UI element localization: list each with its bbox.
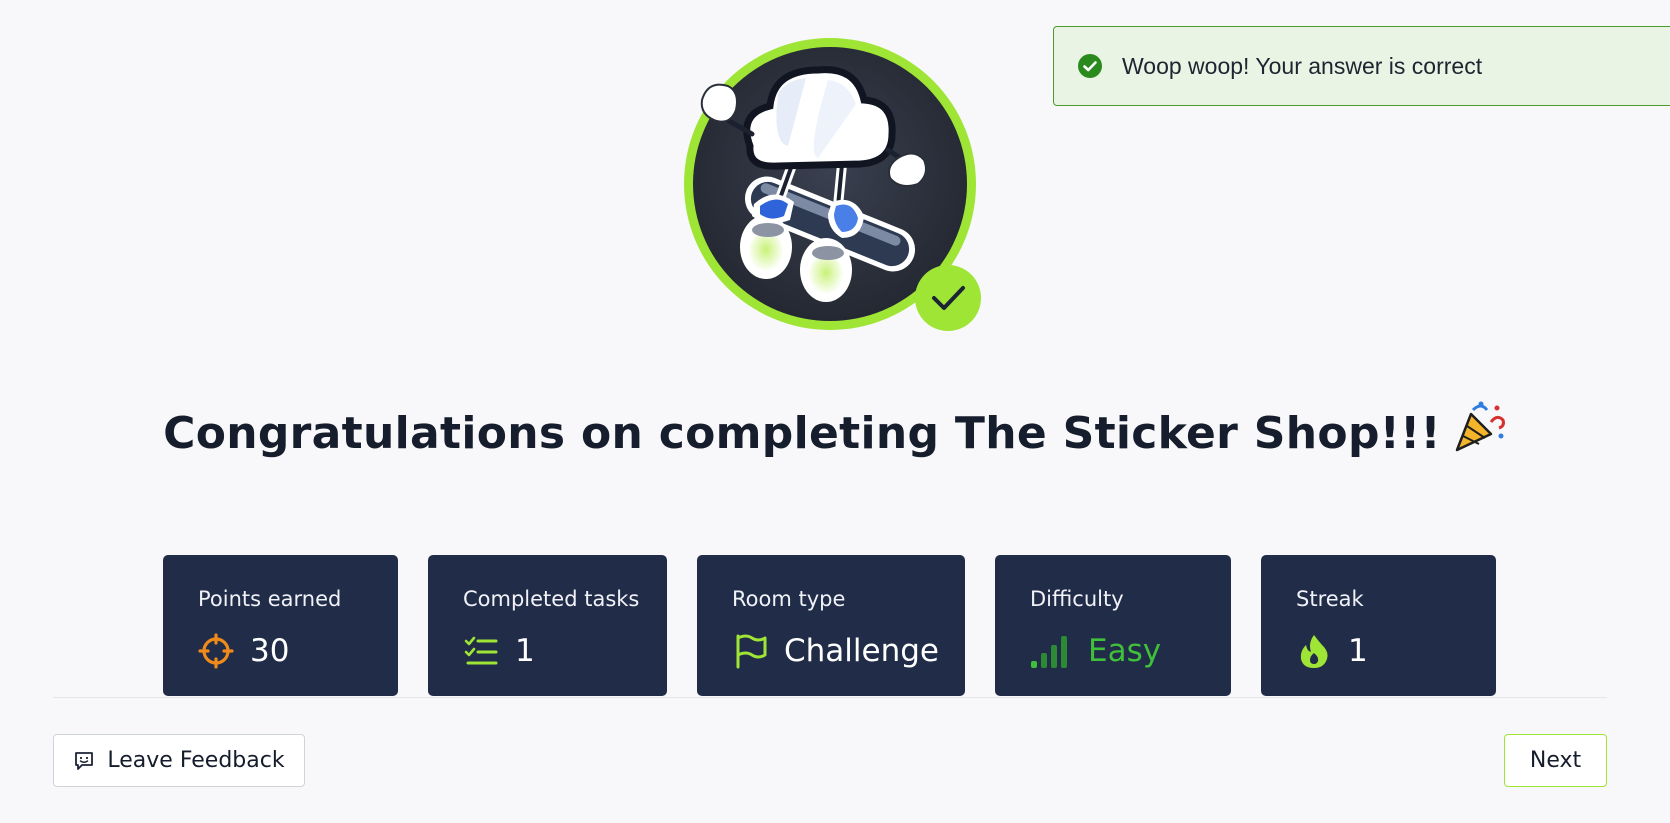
divider xyxy=(53,697,1607,698)
stat-label: Difficulty xyxy=(1030,587,1124,611)
signal-bars-icon xyxy=(1031,636,1067,668)
stat-card-streak: Streak 1 xyxy=(1261,555,1496,696)
page-title-text: Congratulations on completing The Sticke… xyxy=(163,408,1441,459)
leave-feedback-button[interactable]: Leave Feedback xyxy=(53,734,305,787)
success-toast: Woop woop! Your answer is correct xyxy=(1053,26,1670,106)
stat-card-room-type: Room type Challenge xyxy=(697,555,965,696)
room-badge-sticker-icon xyxy=(684,38,981,331)
stat-card-points: Points earned 30 xyxy=(163,555,398,696)
checklist-icon xyxy=(464,636,498,665)
stat-card-difficulty: Difficulty Easy xyxy=(995,555,1231,696)
flame-icon xyxy=(1300,635,1328,668)
check-icon xyxy=(915,265,981,331)
feedback-icon xyxy=(75,751,94,770)
toast-message: Woop woop! Your answer is correct xyxy=(1122,52,1483,79)
leave-feedback-label: Leave Feedback xyxy=(107,748,285,773)
stat-value: 1 xyxy=(1348,633,1368,669)
stat-value: Challenge xyxy=(784,633,939,669)
page-title: Congratulations on completing The Sticke… xyxy=(0,398,1670,459)
stat-label: Completed tasks xyxy=(463,587,640,611)
stat-value: Easy xyxy=(1088,633,1162,669)
next-label: Next xyxy=(1529,748,1582,773)
stat-value: 1 xyxy=(515,633,535,669)
stat-label: Points earned xyxy=(198,587,342,611)
next-button[interactable]: Next xyxy=(1504,734,1607,787)
stat-value: 30 xyxy=(250,633,290,669)
stat-label: Room type xyxy=(732,587,846,611)
stat-card-completed-tasks: Completed tasks 1 xyxy=(428,555,667,696)
target-icon xyxy=(198,633,234,669)
party-popper-icon xyxy=(1455,401,1505,452)
stat-label: Streak xyxy=(1296,587,1364,611)
room-badge xyxy=(678,34,982,338)
flag-icon xyxy=(736,634,767,669)
check-circle-icon xyxy=(1078,54,1102,78)
